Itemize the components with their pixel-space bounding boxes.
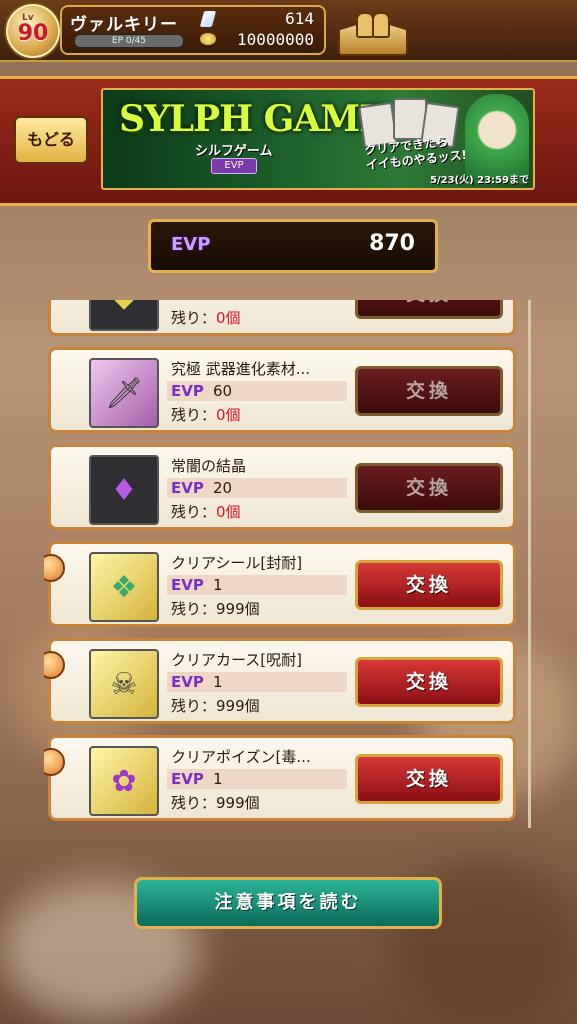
exchange-button[interactable]: 交換 bbox=[355, 463, 503, 513]
back-button[interactable]: もどる bbox=[14, 116, 88, 164]
coin-icon bbox=[200, 33, 216, 45]
list-item: ♦ 常闇の結晶 EVP 20 残り：0個 交換 bbox=[48, 444, 516, 530]
friends-button[interactable] bbox=[338, 6, 408, 56]
remaining-value: 0個 bbox=[216, 406, 241, 424]
exchange-button[interactable]: 交換 bbox=[355, 657, 503, 707]
evp-value: 870 bbox=[369, 231, 415, 256]
remaining-value: 0個 bbox=[216, 309, 241, 327]
read-notes-button[interactable]: 注意事項を読む bbox=[134, 877, 442, 929]
gem-count: 614 bbox=[285, 9, 314, 28]
banner-tag: EVP bbox=[211, 158, 257, 174]
exchange-button[interactable]: 交換 bbox=[355, 560, 503, 610]
remaining-label: 残り： bbox=[171, 406, 217, 424]
skull-icon: ☠ bbox=[89, 649, 159, 719]
poison-icon: ✿ bbox=[89, 746, 159, 816]
remaining-count: 残り：999個 bbox=[171, 598, 260, 619]
banner-deadline: 5/23(火) 23:59まで bbox=[430, 175, 529, 186]
exchange-button[interactable]: 交換 bbox=[355, 754, 503, 804]
evp-cost: EVP 60 bbox=[167, 381, 347, 401]
banner-subtitle: シルフゲーム bbox=[195, 144, 273, 159]
evp-tag: EVP bbox=[171, 576, 204, 594]
sword-icon: 🗡 bbox=[89, 358, 159, 428]
remaining-label: 残り： bbox=[171, 697, 217, 715]
remaining-count: 残り：999個 bbox=[171, 792, 260, 813]
evp-label: EVP bbox=[171, 234, 211, 255]
remaining-label: 残り： bbox=[171, 309, 217, 327]
event-banner[interactable]: SYLPH GAME シルフゲーム EVP クリアできたら イイものやるッス! … bbox=[101, 88, 535, 190]
remaining-value: 999個 bbox=[216, 697, 260, 715]
item-name: クリアカース[呪耐] bbox=[171, 651, 302, 669]
light-material-icon: ◆ bbox=[89, 300, 159, 331]
bag-icon bbox=[44, 748, 65, 776]
player-name: ヴァルキリー bbox=[70, 15, 178, 35]
remaining-label: 残り： bbox=[171, 794, 217, 812]
item-name: 究極 武器進化素材... bbox=[171, 360, 311, 378]
remaining-value: 0個 bbox=[216, 503, 241, 521]
remaining-value: 999個 bbox=[216, 794, 260, 812]
evp-tag: EVP bbox=[171, 382, 204, 400]
exchange-button[interactable]: 交換 bbox=[355, 366, 503, 416]
person-icon bbox=[372, 12, 390, 38]
evp-tag: EVP bbox=[171, 479, 204, 497]
remaining-label: 残り： bbox=[171, 600, 217, 618]
exchange-list[interactable]: ◆ 残り：0個 交換 🗡 究極 武器進化素材... EVP60 残り：0個 交換… bbox=[44, 300, 524, 830]
evp-cost-value: 20 bbox=[213, 479, 233, 497]
remaining-count: 残り：999個 bbox=[171, 695, 260, 716]
remaining-value: 999個 bbox=[216, 600, 260, 618]
coin-count: 10000000 bbox=[236, 30, 314, 49]
evp-cost: EVP 20 bbox=[167, 478, 347, 498]
seal-icon: ❖ bbox=[89, 552, 159, 622]
remaining-count: 残り：0個 bbox=[171, 404, 241, 425]
evp-cost-value: 1 bbox=[213, 673, 223, 691]
gem-icon bbox=[199, 11, 217, 27]
level-value: 90 bbox=[17, 21, 49, 46]
evp-cost: EVP 1 bbox=[167, 672, 347, 692]
bag-icon bbox=[44, 554, 65, 582]
event-header: もどる SYLPH GAME シルフゲーム EVP クリアできたら イイものやる… bbox=[0, 76, 577, 206]
exchange-button[interactable]: 交換 bbox=[355, 300, 503, 319]
remaining-count: 残り：0個 bbox=[171, 501, 241, 522]
evp-cost: EVP 1 bbox=[167, 769, 347, 789]
banner-title: SYLPH GAME bbox=[119, 98, 387, 140]
status-bar: Lv 90 ヴァルキリー EP 0/45 614 10000000 bbox=[0, 0, 577, 62]
level-badge: Lv 90 bbox=[6, 4, 60, 58]
evp-tag: EVP bbox=[171, 673, 204, 691]
list-item: ☠ クリアカース[呪耐] EVP 1 残り：999個 交換 bbox=[44, 638, 516, 724]
player-panel: ヴァルキリー EP 0/45 614 10000000 bbox=[60, 5, 326, 55]
bag-icon bbox=[44, 651, 65, 679]
list-item: ✿ クリアポイズン[毒... EVP 1 残り：999個 交換 bbox=[44, 735, 516, 821]
remaining-label: 残り： bbox=[171, 503, 217, 521]
item-name: クリアシール[封耐] bbox=[171, 554, 303, 572]
purple-crystal-icon: ♦ bbox=[89, 455, 159, 525]
list-item: ◆ 残り：0個 交換 bbox=[48, 300, 516, 336]
remaining-count: 残り：0個 bbox=[171, 307, 241, 328]
evp-cost: EVP 1 bbox=[167, 575, 347, 595]
list-item: ❖ クリアシール[封耐] EVP 1 残り：999個 交換 bbox=[44, 541, 516, 627]
evp-cost-value: 1 bbox=[213, 576, 223, 594]
item-name: クリアポイズン[毒... bbox=[171, 748, 311, 766]
evp-tag: EVP bbox=[171, 770, 204, 788]
list-scrollbar[interactable] bbox=[528, 300, 531, 828]
evp-cost-value: 1 bbox=[213, 770, 223, 788]
list-item: 🗡 究極 武器進化素材... EVP 60 残り：0個 交換 bbox=[48, 347, 516, 433]
evp-cost-value: 60 bbox=[213, 382, 233, 400]
item-name: 常闇の結晶 bbox=[171, 457, 247, 475]
evp-balance: EVP 870 bbox=[148, 219, 438, 273]
ep-gauge: EP 0/45 bbox=[74, 34, 184, 48]
